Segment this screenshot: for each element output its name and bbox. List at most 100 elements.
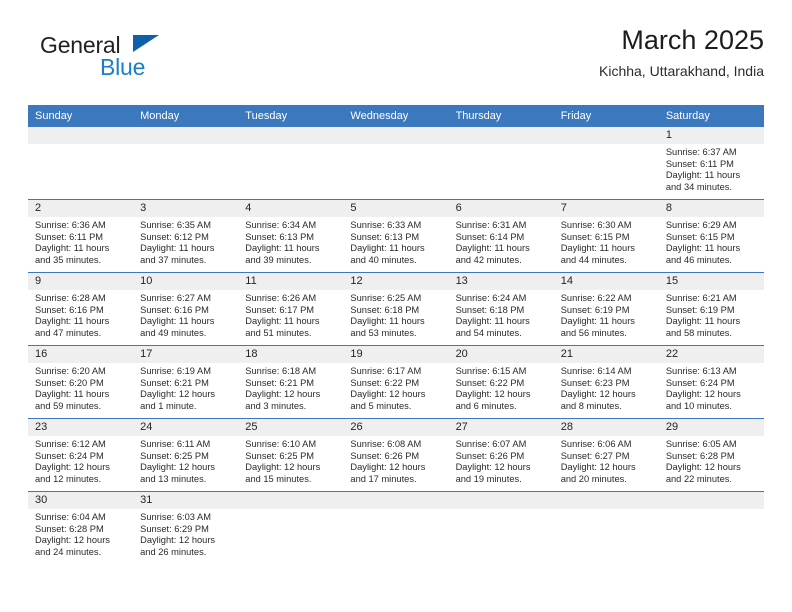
- day-details: Sunrise: 6:37 AM Sunset: 6:11 PM Daylight:…: [659, 144, 764, 193]
- sunset-text: Sunset: 6:26 PM: [350, 450, 420, 461]
- calendar-cell-day[interactable]: 19 Sunrise: 6:17 AM Sunset: 6:22 PM Dayligh…: [343, 345, 449, 419]
- daylight-text-line1: Daylight: 12 hours: [350, 462, 426, 473]
- calendar-cell-day[interactable]: 1 Sunrise: 6:37 AM Sunset: 6:11 PM Daylight…: [658, 127, 764, 200]
- daylight-text-line1: Daylight: 12 hours: [245, 389, 321, 400]
- day-details: Sunrise: 6:30 AM Sunset: 6:15 PM Daylight:…: [554, 217, 659, 266]
- calendar-cell-day[interactable]: 18 Sunrise: 6:18 AM Sunset: 6:21 PM Dayligh…: [238, 345, 344, 419]
- calendar-cell-day[interactable]: 30 Sunrise: 6:04 AM Sunset: 6:28 PM Dayligh…: [28, 491, 134, 564]
- calendar-cell-day[interactable]: 4 Sunrise: 6:34 AM Sunset: 6:13 PM Daylight…: [238, 199, 344, 273]
- daylight-text-line2: and 42 minutes.: [455, 254, 522, 265]
- day-cell: 9 Sunrise: 6:28 AM Sunset: 6:16 PM Daylight…: [28, 273, 134, 345]
- sunset-text: Sunset: 6:17 PM: [245, 304, 315, 315]
- calendar-cell-empty: [448, 127, 554, 200]
- calendar-cell-day[interactable]: 10 Sunrise: 6:27 AM Sunset: 6:16 PM Dayligh…: [133, 272, 239, 346]
- sunrise-text: Sunrise: 6:34 AM: [245, 220, 317, 230]
- sunset-text: Sunset: 6:29 PM: [140, 523, 209, 534]
- day-number: 9: [28, 273, 134, 290]
- day-number: [448, 127, 554, 144]
- calendar-cell-day[interactable]: 12 Sunrise: 6:25 AM Sunset: 6:18 PM Dayligh…: [343, 272, 449, 346]
- sunset-text: Sunset: 6:25 PM: [245, 450, 315, 461]
- calendar-cell-empty: [28, 127, 134, 200]
- calendar-cell-day[interactable]: 29 Sunrise: 6:05 AM Sunset: 6:28 PM Dayligh…: [658, 418, 764, 492]
- sunrise-text: Sunrise: 6:04 AM: [35, 512, 106, 522]
- day-cell: [553, 492, 659, 564]
- calendar-cell-day[interactable]: 9 Sunrise: 6:28 AM Sunset: 6:16 PM Daylight…: [28, 272, 134, 346]
- day-details: Sunrise: 6:08 AM Sunset: 6:26 PM Daylight:…: [343, 436, 448, 485]
- day-number: 26: [343, 419, 449, 436]
- calendar-table: Sunday Monday Tuesday Wednesday Thursday…: [28, 105, 764, 564]
- calendar-cell-day[interactable]: 28 Sunrise: 6:06 AM Sunset: 6:27 PM Dayligh…: [553, 418, 659, 492]
- calendar-cell-day[interactable]: 15 Sunrise: 6:21 AM Sunset: 6:19 PM Dayligh…: [658, 272, 764, 346]
- calendar-cell-day[interactable]: 24 Sunrise: 6:11 AM Sunset: 6:25 PM Dayligh…: [133, 418, 239, 492]
- calendar-cell-day[interactable]: 21 Sunrise: 6:14 AM Sunset: 6:23 PM Dayligh…: [553, 345, 659, 419]
- calendar-cell-day[interactable]: 3 Sunrise: 6:35 AM Sunset: 6:12 PM Daylight…: [133, 199, 239, 273]
- day-details: Sunrise: 6:06 AM Sunset: 6:27 PM Daylight:…: [554, 436, 659, 485]
- day-cell: 21 Sunrise: 6:14 AM Sunset: 6:23 PM Dayligh…: [553, 346, 659, 418]
- day-number: 21: [553, 346, 659, 363]
- sunrise-text: Sunrise: 6:19 AM: [140, 366, 211, 376]
- calendar-cell-day[interactable]: 5 Sunrise: 6:33 AM Sunset: 6:13 PM Daylight…: [343, 199, 449, 273]
- sunrise-text: Sunrise: 6:17 AM: [350, 366, 422, 376]
- daylight-text-line2: and 51 minutes.: [245, 327, 312, 338]
- day-cell: 23 Sunrise: 6:12 AM Sunset: 6:24 PM Dayligh…: [28, 419, 134, 491]
- calendar-cell-day[interactable]: 31 Sunrise: 6:03 AM Sunset: 6:29 PM Dayligh…: [133, 491, 239, 564]
- weekday-header-friday: Friday: [553, 105, 659, 127]
- day-cell: 20 Sunrise: 6:15 AM Sunset: 6:22 PM Dayligh…: [448, 346, 554, 418]
- day-cell: 1 Sunrise: 6:37 AM Sunset: 6:11 PM Daylight…: [658, 127, 764, 199]
- calendar-cell-day[interactable]: 25 Sunrise: 6:10 AM Sunset: 6:25 PM Dayligh…: [238, 418, 344, 492]
- calendar-page: General Blue March 2025 Kichha, Uttarakh…: [0, 0, 792, 612]
- calendar-cell-day[interactable]: 22 Sunrise: 6:13 AM Sunset: 6:24 PM Dayligh…: [658, 345, 764, 419]
- sunset-text: Sunset: 6:16 PM: [140, 304, 209, 315]
- daylight-text-line2: and 1 minute.: [140, 400, 197, 411]
- calendar-cell-day[interactable]: 6 Sunrise: 6:31 AM Sunset: 6:14 PM Daylight…: [448, 199, 554, 273]
- day-details: Sunrise: 6:21 AM Sunset: 6:19 PM Daylight:…: [659, 290, 764, 339]
- calendar-cell-day[interactable]: 8 Sunrise: 6:29 AM Sunset: 6:15 PM Daylight…: [658, 199, 764, 273]
- day-number: 16: [28, 346, 134, 363]
- sunset-text: Sunset: 6:20 PM: [35, 377, 104, 388]
- weekday-header-tuesday: Tuesday: [238, 105, 344, 127]
- sunrise-text: Sunrise: 6:10 AM: [245, 439, 317, 449]
- calendar-cell-day[interactable]: 20 Sunrise: 6:15 AM Sunset: 6:22 PM Dayligh…: [448, 345, 554, 419]
- sunset-text: Sunset: 6:15 PM: [560, 231, 630, 242]
- calendar-cell-day[interactable]: 27 Sunrise: 6:07 AM Sunset: 6:26 PM Dayligh…: [448, 418, 554, 492]
- sunset-text: Sunset: 6:12 PM: [140, 231, 209, 242]
- daylight-text-line2: and 39 minutes.: [245, 254, 312, 265]
- daylight-text-line2: and 58 minutes.: [665, 327, 732, 338]
- calendar-cell-day[interactable]: 11 Sunrise: 6:26 AM Sunset: 6:17 PM Dayligh…: [238, 272, 344, 346]
- day-number: [343, 492, 449, 509]
- daylight-text-line1: Daylight: 11 hours: [560, 316, 635, 327]
- daylight-text-line1: Daylight: 11 hours: [35, 316, 110, 327]
- day-number: 28: [553, 419, 659, 436]
- calendar-cell-day[interactable]: 14 Sunrise: 6:22 AM Sunset: 6:19 PM Dayligh…: [553, 272, 659, 346]
- day-number: 24: [133, 419, 239, 436]
- calendar-cell-day[interactable]: 7 Sunrise: 6:30 AM Sunset: 6:15 PM Daylight…: [553, 199, 659, 273]
- calendar-cell-day[interactable]: 23 Sunrise: 6:12 AM Sunset: 6:24 PM Dayligh…: [28, 418, 134, 492]
- daylight-text-line1: Daylight: 12 hours: [665, 389, 741, 400]
- calendar-cell-day[interactable]: 17 Sunrise: 6:19 AM Sunset: 6:21 PM Dayligh…: [133, 345, 239, 419]
- calendar-cell-day[interactable]: 26 Sunrise: 6:08 AM Sunset: 6:26 PM Dayligh…: [343, 418, 449, 492]
- day-number: 22: [658, 346, 764, 363]
- calendar-cell-day[interactable]: 13 Sunrise: 6:24 AM Sunset: 6:18 PM Dayligh…: [448, 272, 554, 346]
- calendar-cell-day[interactable]: 2 Sunrise: 6:36 AM Sunset: 6:11 PM Daylight…: [28, 199, 134, 273]
- calendar-cell-day[interactable]: 16 Sunrise: 6:20 AM Sunset: 6:20 PM Dayligh…: [28, 345, 134, 419]
- general-blue-logo[interactable]: General Blue: [40, 32, 200, 88]
- day-cell: 27 Sunrise: 6:07 AM Sunset: 6:26 PM Dayligh…: [448, 419, 554, 491]
- sunset-text: Sunset: 6:18 PM: [455, 304, 525, 315]
- day-cell: 14 Sunrise: 6:22 AM Sunset: 6:19 PM Dayligh…: [553, 273, 659, 345]
- sunrise-text: Sunrise: 6:36 AM: [35, 220, 106, 230]
- day-number: [448, 492, 554, 509]
- sunset-text: Sunset: 6:26 PM: [455, 450, 525, 461]
- day-details: Sunrise: 6:27 AM Sunset: 6:16 PM Daylight:…: [133, 290, 238, 339]
- sunrise-text: Sunrise: 6:21 AM: [665, 293, 737, 303]
- weekday-header-monday: Monday: [133, 105, 239, 127]
- day-cell: 25 Sunrise: 6:10 AM Sunset: 6:25 PM Dayligh…: [238, 419, 344, 491]
- weekday-header-wednesday: Wednesday: [343, 105, 449, 127]
- day-number: 7: [553, 200, 659, 217]
- sunset-text: Sunset: 6:22 PM: [350, 377, 420, 388]
- sunset-text: Sunset: 6:21 PM: [140, 377, 209, 388]
- day-cell: [448, 492, 554, 564]
- day-cell: 5 Sunrise: 6:33 AM Sunset: 6:13 PM Daylight…: [343, 200, 449, 272]
- daylight-text-line1: Daylight: 12 hours: [35, 462, 110, 473]
- sunset-text: Sunset: 6:28 PM: [35, 523, 104, 534]
- day-cell: [343, 127, 449, 199]
